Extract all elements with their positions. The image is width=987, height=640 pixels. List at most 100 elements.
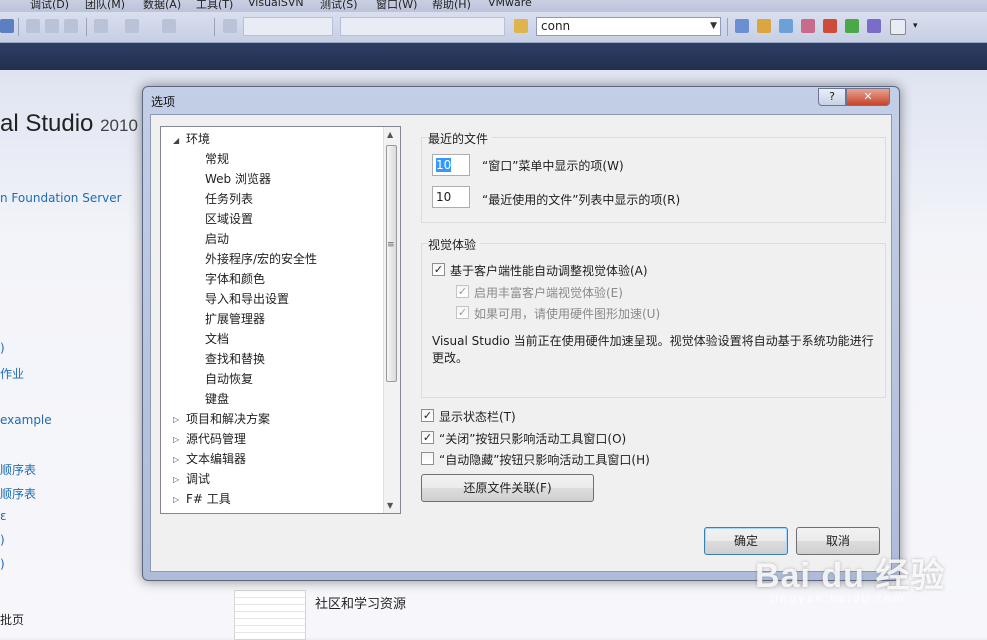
tree-item-text-editor[interactable]: 文本编辑器: [186, 450, 246, 468]
tree-item-extension-manager[interactable]: 扩展管理器: [205, 310, 265, 328]
start-debug-icon[interactable]: [223, 19, 237, 33]
product-logo: al Studio 2010: [0, 110, 138, 138]
window-menu-count-field[interactable]: 10: [432, 154, 470, 176]
scrollbar-thumb[interactable]: [386, 145, 397, 382]
tree-item-find-replace[interactable]: 查找和替换: [205, 350, 265, 368]
menu-bar: 调试(D) 团队(M) 数据(A) 工具(T) VisualSVN 测试(S) …: [0, 0, 987, 12]
redo-icon[interactable]: [125, 19, 139, 33]
tree-item-addin-security[interactable]: 外接程序/宏的安全性: [205, 250, 317, 268]
expand-arrow-icon[interactable]: ▷: [173, 415, 179, 424]
hw-accel-checkbox: ✓: [456, 306, 469, 319]
community-thumbnail: [234, 590, 306, 640]
tools-icon[interactable]: [823, 19, 837, 33]
help-button[interactable]: ?: [818, 88, 846, 106]
menu-team[interactable]: 团队(M): [85, 0, 125, 12]
rich-visual-label: 启用丰富客户端视觉体验(E): [474, 286, 623, 300]
tree-item-import-export[interactable]: 导入和导出设置: [205, 290, 289, 308]
recent-files-count-field[interactable]: 10: [432, 186, 470, 208]
recent-files-count-value: 10: [436, 190, 452, 204]
tree-item-environment[interactable]: 环境: [186, 130, 210, 148]
tree-item-startup[interactable]: 启动: [205, 230, 229, 248]
auto-adjust-label[interactable]: 基于客户端性能自动调整视觉体验(A): [450, 262, 648, 279]
start-page-text: 批页: [0, 613, 25, 627]
collapse-arrow-icon[interactable]: ◢: [173, 136, 179, 145]
status-bar-label[interactable]: 显示状态栏(T): [439, 408, 516, 425]
navigate-icon[interactable]: [162, 19, 176, 33]
recent-project-link[interactable]: ): [0, 533, 5, 547]
command-window-icon[interactable]: [890, 19, 906, 35]
toolbar-left-icon[interactable]: [0, 19, 14, 33]
options-tree[interactable]: ◢ 环境 常规 Web 浏览器 任务列表 区域设置 启动 外接程序/宏的安全性 …: [160, 126, 401, 514]
menu-vmware[interactable]: VMware: [488, 0, 532, 9]
find-in-files-icon[interactable]: [514, 19, 528, 33]
chevron-down-icon[interactable]: ▼: [710, 18, 717, 35]
checkmark-icon: ✓: [422, 409, 433, 422]
menu-data[interactable]: 数据(A): [143, 0, 181, 12]
platform-combo[interactable]: [340, 17, 505, 36]
expand-arrow-icon[interactable]: ▷: [173, 495, 179, 504]
tree-item-fonts-colors[interactable]: 字体和颜色: [205, 270, 265, 288]
product-name: al Studio: [0, 110, 94, 137]
auto-adjust-checkbox[interactable]: ✓: [432, 263, 445, 276]
expand-arrow-icon[interactable]: ▷: [173, 435, 179, 444]
toolbar-overflow-icon[interactable]: ▾: [913, 19, 921, 33]
recent-project-link[interactable]: 顺序表: [0, 461, 36, 478]
expand-arrow-icon[interactable]: ▷: [173, 475, 179, 484]
toolbox-icon[interactable]: [801, 19, 815, 33]
start-page-icon[interactable]: [845, 19, 859, 33]
menu-window[interactable]: 窗口(W): [376, 0, 417, 12]
dialog-client-area: ◢ 环境 常规 Web 浏览器 任务列表 区域设置 启动 外接程序/宏的安全性 …: [150, 114, 892, 572]
community-resources-heading[interactable]: 社区和学习资源: [315, 593, 406, 612]
recent-project-link[interactable]: ε: [0, 509, 7, 523]
tree-item-task-list[interactable]: 任务列表: [205, 190, 253, 208]
cut-icon[interactable]: [26, 19, 40, 33]
menu-help[interactable]: 帮助(H): [432, 0, 471, 12]
tree-item-projects[interactable]: 项目和解决方案: [186, 410, 270, 428]
connect-tfs-link[interactable]: n Foundation Server: [0, 191, 122, 205]
tree-item-international[interactable]: 区域设置: [205, 210, 253, 228]
close-icon: ✕: [863, 90, 873, 103]
checkmark-icon: ✓: [422, 431, 433, 444]
scroll-up-icon[interactable]: ▲: [387, 130, 393, 139]
scroll-down-icon[interactable]: ▼: [387, 501, 393, 510]
recent-project-link[interactable]: 顺序表: [0, 485, 36, 502]
tree-scrollbar[interactable]: ▲ ≡ ▼: [383, 127, 400, 513]
tree-item-keyboard[interactable]: 键盘: [205, 390, 229, 408]
solution-config-combo[interactable]: [243, 17, 333, 36]
object-browser-icon[interactable]: [779, 19, 793, 33]
tree-item-web-browser[interactable]: Web 浏览器: [205, 170, 271, 188]
extension-icon[interactable]: [867, 19, 881, 33]
tree-item-fsharp-tools[interactable]: F# 工具: [186, 490, 231, 508]
toolbar-separator: [214, 18, 215, 36]
tree-item-autorecover[interactable]: 自动恢复: [205, 370, 253, 388]
recent-project-link[interactable]: 作业: [0, 365, 24, 382]
tree-item-documents[interactable]: 文档: [205, 330, 229, 348]
menu-visualsvn[interactable]: VisualSVN: [248, 0, 304, 9]
close-button-label[interactable]: “关闭”按钮只影响活动工具窗口(O): [439, 430, 626, 447]
autohide-checkbox[interactable]: [421, 452, 434, 465]
recent-project-link[interactable]: ): [0, 557, 5, 571]
paste-icon[interactable]: [64, 19, 78, 33]
recent-project-link[interactable]: example: [0, 413, 52, 427]
grip-icon: ≡: [387, 240, 395, 250]
recent-project-link[interactable]: ): [0, 341, 5, 355]
menu-debug[interactable]: 调试(D): [30, 0, 69, 12]
menu-tools[interactable]: 工具(T): [196, 0, 233, 12]
restore-file-associations-button[interactable]: 还原文件关联(F): [421, 474, 594, 502]
tree-item-debugging[interactable]: 调试: [186, 470, 210, 488]
properties-icon[interactable]: [757, 19, 771, 33]
undo-icon[interactable]: [94, 19, 108, 33]
tree-item-general[interactable]: 常规: [205, 150, 229, 168]
checkmark-icon: ✓: [457, 306, 468, 319]
close-button-checkbox[interactable]: ✓: [421, 431, 434, 444]
close-button[interactable]: ✕: [846, 88, 890, 106]
tree-item-source-control[interactable]: 源代码管理: [186, 430, 246, 448]
find-combo[interactable]: conn ▼: [536, 17, 721, 36]
autohide-label[interactable]: “自动隐藏”按钮只影响活动工具窗口(H): [439, 451, 650, 468]
status-bar-checkbox[interactable]: ✓: [421, 409, 434, 422]
expand-arrow-icon[interactable]: ▷: [173, 455, 179, 464]
recent-files-group: 最近的文件 10 “窗口”菜单中显示的项(W) 10 “最近使用的文件”列表中显…: [421, 130, 886, 223]
menu-test[interactable]: 测试(S): [320, 0, 358, 12]
copy-icon[interactable]: [45, 19, 59, 33]
solution-explorer-icon[interactable]: [735, 19, 749, 33]
